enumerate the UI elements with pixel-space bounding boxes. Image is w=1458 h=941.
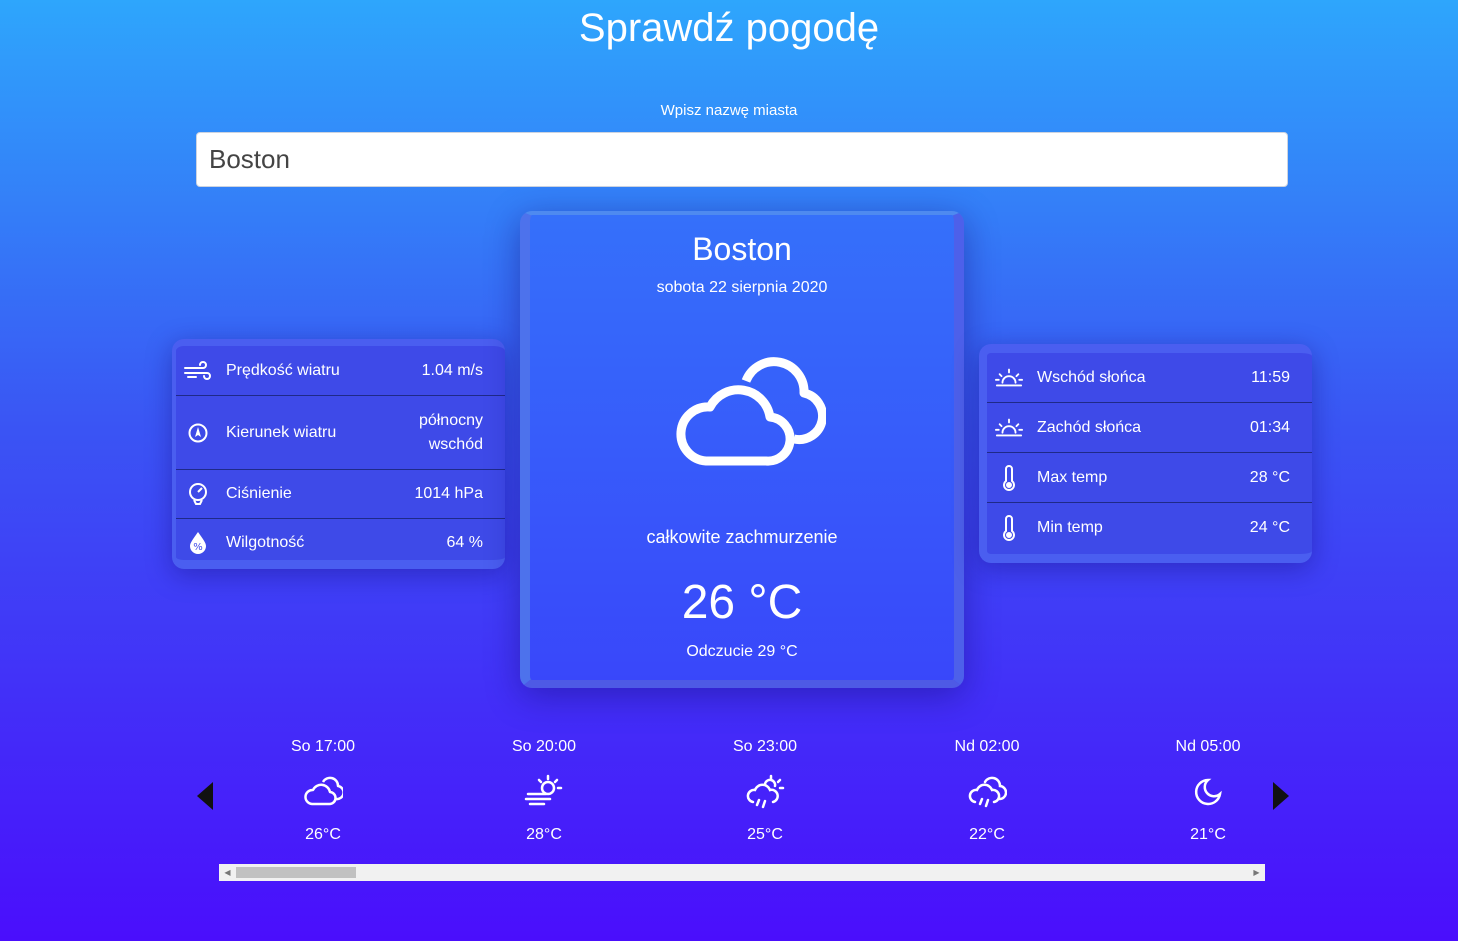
detail-row-wind-speed: Prędkość wiatru 1.04 m/s <box>176 346 505 396</box>
feels-like: Odczucie 29 °C <box>686 643 798 660</box>
scroll-right-button[interactable]: ▶ <box>1248 864 1265 881</box>
sunrise-icon <box>995 364 1023 392</box>
detail-value: 64 % <box>446 534 483 551</box>
thermometer-icon <box>995 514 1023 542</box>
detail-row-min-temp: Min temp 24 °C <box>987 503 1312 552</box>
sun-temp-card: Wschód słońca 11:59 Zachód słońca 01:34 … <box>979 344 1312 563</box>
forecast-temp: 21°C <box>1190 826 1226 843</box>
detail-label: Ciśnienie <box>226 485 292 502</box>
sunset-icon <box>995 414 1023 442</box>
sun-wind-icon <box>524 772 564 812</box>
forecast-time: So 20:00 <box>511 738 577 755</box>
detail-row-pressure: Ciśnienie 1014 hPa <box>176 470 505 519</box>
detail-row-sunset: Zachód słońca 01:34 <box>987 403 1312 453</box>
weather-description: całkowite zachmurzenie <box>646 527 838 547</box>
detail-value: 11:59 <box>1251 368 1290 386</box>
city-name: Boston <box>692 231 792 267</box>
detail-row-humidity: % Wilgotność 64 % <box>176 519 505 567</box>
forecast-scrollbar[interactable]: ◀ ▶ <box>219 864 1265 881</box>
detail-value: 1.04 m/s <box>421 361 483 379</box>
detail-label: Zachód słońca <box>1037 418 1142 436</box>
cloud-icon <box>303 772 345 812</box>
gauge-icon <box>184 480 212 508</box>
compass-icon <box>184 419 212 447</box>
detail-value: 1014 hPa <box>414 485 483 502</box>
wind-icon <box>184 357 212 385</box>
detail-label: Wilgotność <box>226 534 305 551</box>
forecast-time: Nd 05:00 <box>1175 738 1241 755</box>
carousel-prev-button[interactable] <box>197 782 213 810</box>
cloud-icon <box>666 351 828 471</box>
forecast-temp: 22°C <box>969 826 1005 843</box>
detail-row-sunrise: Wschód słońca 11:59 <box>987 353 1312 403</box>
page-title: Sprawdź pogodę <box>578 6 880 50</box>
forecast-carousel: So 17:00 26°C So 20:00 28°C So 23:00 25°… <box>219 730 1265 860</box>
search-label: Wpisz nazwę miasta <box>660 102 798 119</box>
scroll-thumb[interactable] <box>236 867 356 878</box>
current-weather-card: Boston sobota 22 sierpnia 2020 całkowite… <box>520 211 964 688</box>
forecast-temp: 26°C <box>305 826 341 843</box>
moon-icon <box>1188 772 1228 812</box>
detail-label: Max temp <box>1037 468 1108 486</box>
detail-label: Min temp <box>1037 518 1103 536</box>
detail-label: Prędkość wiatru <box>226 361 340 379</box>
detail-row-max-temp: Max temp 28 °C <box>987 453 1312 503</box>
carousel-next-button[interactable] <box>1273 782 1289 810</box>
detail-row-wind-direction: Kierunek wiatru północny wschód <box>176 396 505 470</box>
forecast-temp: 25°C <box>747 826 783 843</box>
forecast-time: Nd 02:00 <box>954 738 1020 755</box>
humidity-icon: % <box>184 529 212 557</box>
detail-value: północny wschód <box>418 411 483 453</box>
forecast-time: So 23:00 <box>732 738 798 755</box>
detail-value: 01:34 <box>1249 418 1290 436</box>
thermometer-icon <box>995 464 1023 492</box>
city-search-input[interactable] <box>196 132 1288 187</box>
wind-details-card: Prędkość wiatru 1.04 m/s Kierunek wiatru… <box>172 339 505 569</box>
current-temperature: 26 °C <box>681 576 803 629</box>
forecast-time: So 17:00 <box>290 738 356 755</box>
detail-value: 24 °C <box>1249 518 1290 536</box>
detail-value: 28 °C <box>1249 468 1290 486</box>
scroll-left-button[interactable]: ◀ <box>219 864 236 881</box>
forecast-temp: 28°C <box>526 826 562 843</box>
detail-label: Wschód słońca <box>1037 368 1146 386</box>
current-date: sobota 22 sierpnia 2020 <box>656 279 828 296</box>
rain-cloud-icon <box>967 772 1008 812</box>
sun-rain-cloud-icon <box>745 772 785 812</box>
svg-text:%: % <box>193 542 203 553</box>
detail-label: Kierunek wiatru <box>226 423 337 441</box>
